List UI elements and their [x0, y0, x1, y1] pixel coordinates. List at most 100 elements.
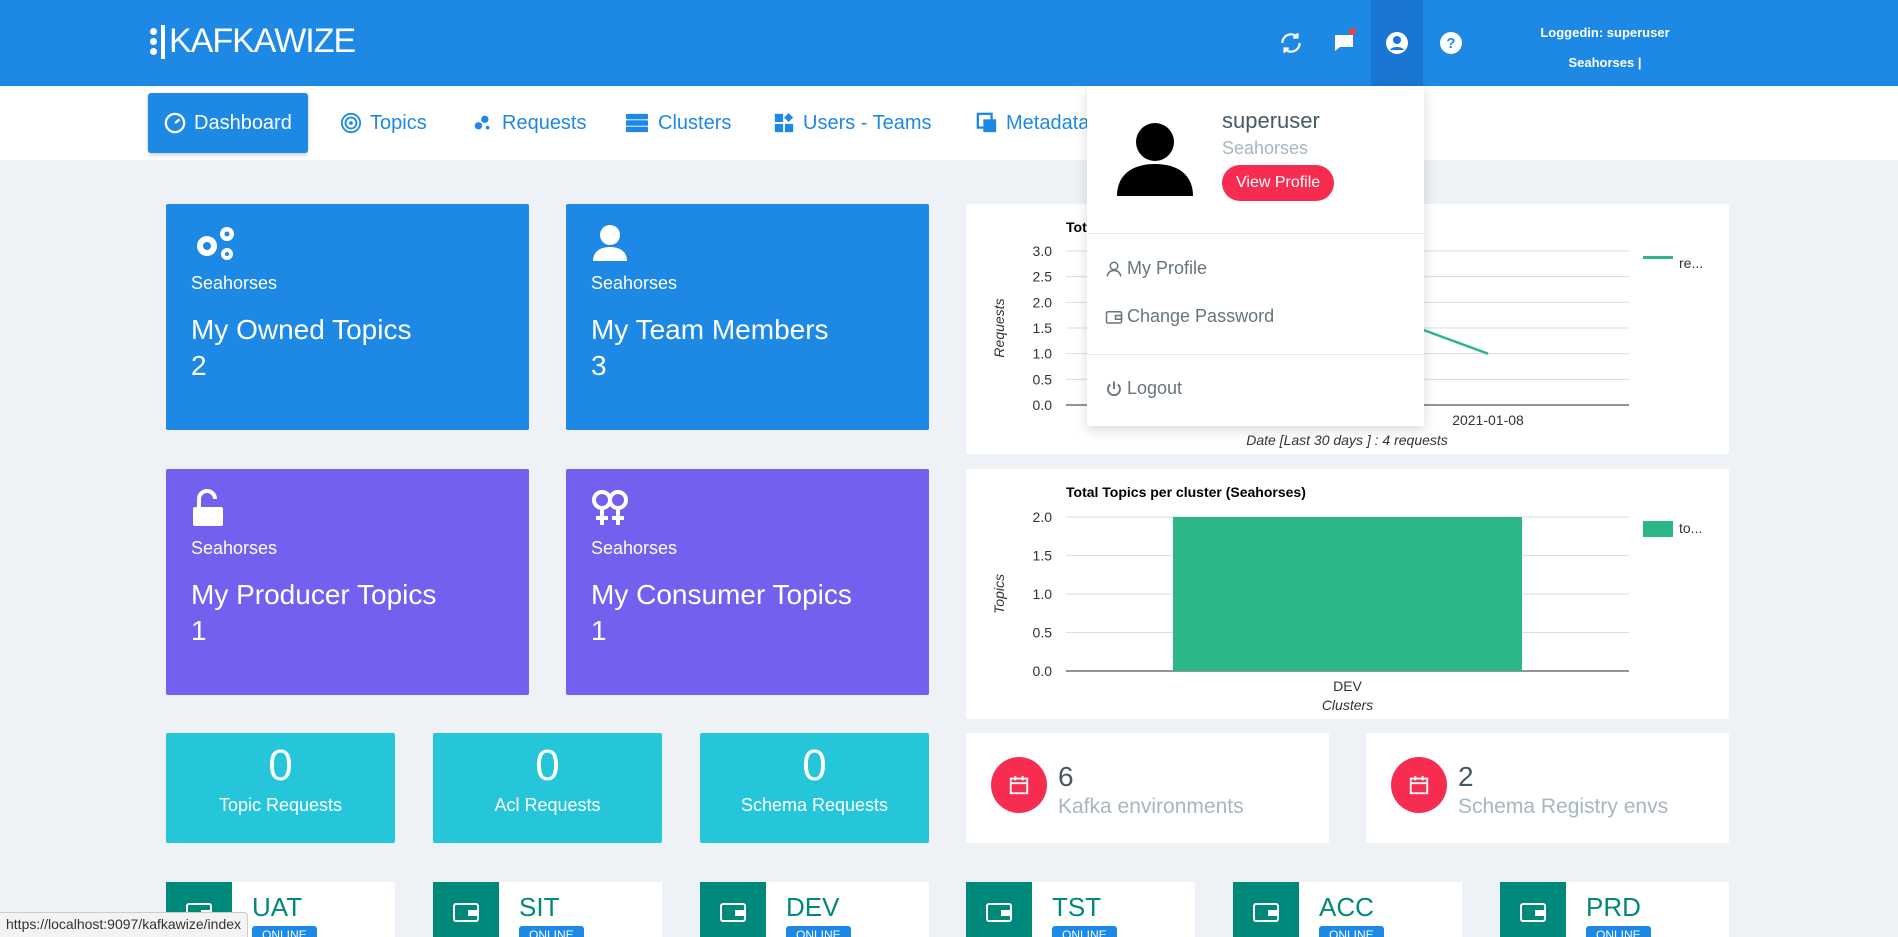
app-logo[interactable]: KAFKAWIZE: [150, 22, 356, 61]
y-tick-label: 3.0: [1033, 243, 1053, 259]
status-badge: ONLINE: [786, 926, 851, 937]
tile-title: My Owned Topics: [191, 314, 412, 345]
env-name: SIT: [519, 892, 560, 922]
legend-swatch: [1643, 256, 1673, 259]
consumer-topics-tile[interactable]: Seahorses My Consumer Topics 1: [566, 469, 929, 695]
my-profile-menu-item[interactable]: My Profile: [1105, 258, 1207, 279]
y-axis-label: Topics: [991, 574, 1007, 614]
producer-topics-tile[interactable]: Seahorses My Producer Topics 1: [166, 469, 529, 695]
logo-dots-icon: [150, 28, 157, 55]
avatar: [1117, 123, 1193, 196]
y-tick-label: 1.5: [1033, 320, 1053, 336]
cogs-icon: [197, 227, 234, 260]
bubbles-icon: [474, 115, 490, 130]
acl-requests-tile[interactable]: 0 Acl Requests: [433, 733, 662, 843]
env-name: DEV: [786, 892, 840, 922]
legend-swatch: [1643, 521, 1673, 537]
notification-badge: [1349, 28, 1356, 35]
tile-value: 2: [191, 350, 207, 381]
x-axis-label: Date [Last 30 days ] : 4 requests: [1246, 432, 1448, 448]
y-tick-label: 0.5: [1033, 371, 1053, 387]
messages-icon[interactable]: [1318, 0, 1370, 86]
nav-topics[interactable]: Topics: [324, 93, 443, 153]
unlock-icon: [193, 489, 223, 526]
chart-title: Total Topics per cluster (Seahorses): [1066, 484, 1306, 500]
tile-team: Seahorses: [191, 273, 278, 293]
divider: [1087, 354, 1424, 355]
wallet-icon: [966, 882, 1032, 937]
nav-users-teams[interactable]: Users - Teams: [757, 93, 948, 153]
env-prd[interactable]: PRD ONLINE: [1500, 882, 1729, 937]
x-axis-label: Clusters: [1322, 697, 1373, 713]
status-badge: ONLINE: [1052, 926, 1117, 937]
divider: [1087, 233, 1424, 234]
refresh-icon[interactable]: [1265, 0, 1317, 86]
tile-title: My Consumer Topics: [591, 579, 852, 610]
env-label: Schema Registry envs: [1458, 795, 1669, 818]
y-tick-label: 1.0: [1033, 346, 1053, 362]
change-password-menu-item[interactable]: Change Password: [1105, 306, 1274, 327]
tile-team: Seahorses: [191, 538, 278, 558]
tile-team: Seahorses: [591, 538, 678, 558]
wallet-icon: [433, 882, 499, 937]
env-dev[interactable]: DEV ONLINE: [700, 882, 929, 937]
env-count: 2: [1458, 761, 1474, 792]
view-profile-button[interactable]: View Profile: [1222, 165, 1335, 201]
nav-dashboard[interactable]: Dashboard: [148, 93, 308, 153]
request-count: 0: [268, 741, 293, 790]
svg-text:?: ?: [1446, 35, 1455, 52]
target-icon: [340, 112, 362, 134]
wallet-outline-icon: [1105, 310, 1123, 324]
schema-envs-card[interactable]: 2 Schema Registry envs: [1366, 733, 1729, 843]
kafka-envs-card[interactable]: 6 Kafka environments: [966, 733, 1329, 843]
env-acc[interactable]: ACC ONLINE: [1233, 882, 1462, 937]
calendar-icon: [991, 757, 1047, 813]
nav-metadata[interactable]: Metadata: [960, 93, 1105, 153]
widgets-icon: [774, 112, 794, 133]
tile-title: My Team Members: [591, 314, 829, 345]
top-bar: KAFKAWIZE ? Loggedin: superuser Seahorse…: [0, 0, 1898, 100]
profile-team: Seahorses: [1222, 138, 1309, 158]
nav-clusters[interactable]: Clusters: [608, 93, 747, 153]
topic-requests-tile[interactable]: 0 Topic Requests: [166, 733, 395, 843]
power-icon: [1107, 381, 1121, 396]
env-name: PRD: [1586, 892, 1641, 922]
wallet-icon: [700, 882, 766, 937]
request-count: 0: [535, 741, 560, 790]
y-tick-label: 0.5: [1033, 625, 1053, 641]
logout-menu-item[interactable]: Logout: [1105, 378, 1182, 399]
y-tick-label: 2.5: [1033, 269, 1053, 285]
nav-requests[interactable]: Requests: [456, 93, 603, 153]
wallet-icon: [1500, 882, 1566, 937]
venus-double-icon: [592, 490, 628, 525]
request-label: Topic Requests: [218, 795, 343, 815]
copy-icon: [976, 112, 997, 133]
main-nav: Dashboard Topics Requests Clusters Users…: [0, 86, 1898, 160]
server-icon: [626, 113, 648, 133]
team-members-tile[interactable]: Seahorses My Team Members 3: [566, 204, 929, 430]
env-sit[interactable]: SIT ONLINE: [433, 882, 662, 937]
request-count: 0: [802, 741, 827, 790]
dashboard-gauge-icon: [164, 112, 186, 134]
status-badge: ONLINE: [252, 926, 317, 937]
env-count: 6: [1058, 761, 1074, 792]
status-badge: ONLINE: [1319, 926, 1384, 937]
chart-title: Tot: [1066, 219, 1087, 235]
owned-topics-tile[interactable]: Seahorses My Owned Topics 2: [166, 204, 529, 430]
request-label: Acl Requests: [494, 795, 601, 815]
tile-value: 1: [591, 615, 607, 646]
y-tick-label: 0.0: [1033, 397, 1053, 413]
user-account-icon[interactable]: [1371, 0, 1423, 86]
help-icon[interactable]: ?: [1425, 0, 1477, 86]
calendar-icon: [1391, 757, 1447, 813]
y-tick-label: 0.0: [1033, 663, 1053, 679]
schema-requests-tile[interactable]: 0 Schema Requests: [700, 733, 929, 843]
env-tst[interactable]: TST ONLINE: [966, 882, 1195, 937]
logo-text: KAFKAWIZE: [169, 22, 356, 60]
bar: [1172, 517, 1523, 671]
status-badge: ONLINE: [1586, 926, 1651, 937]
user-icon: [593, 225, 627, 261]
tile-value: 3: [591, 350, 607, 381]
browser-status-url: https://localhost:9097/kafkawize/index: [0, 912, 249, 937]
profile-dropdown: superuser Seahorses View Profile My Prof…: [1087, 86, 1424, 426]
